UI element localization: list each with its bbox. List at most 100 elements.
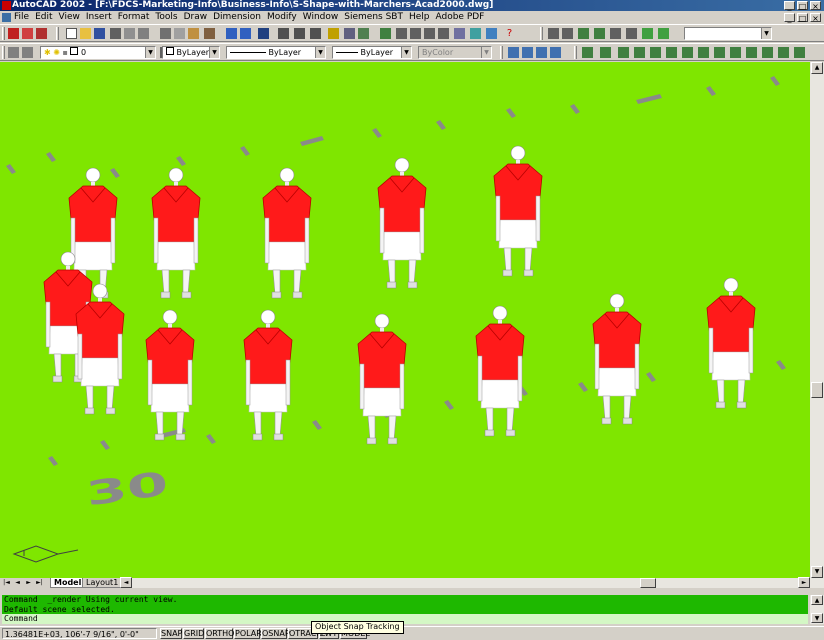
menu-edit[interactable]: Edit xyxy=(35,11,52,24)
save-icon[interactable] xyxy=(94,28,105,39)
grid-toggle[interactable]: GRID xyxy=(183,628,204,639)
ucs-origin-icon[interactable] xyxy=(310,28,321,39)
chevron-down-icon[interactable]: ▼ xyxy=(209,47,219,58)
materials-icon[interactable] xyxy=(650,47,661,58)
scroll-up-button[interactable]: ▲ xyxy=(811,595,823,605)
open-folder-icon[interactable] xyxy=(80,28,91,39)
hide-icon[interactable] xyxy=(582,47,593,58)
menu-draw[interactable]: Draw xyxy=(184,11,208,24)
zoom-in-icon[interactable] xyxy=(548,28,559,39)
linetype-combo[interactable]: ByLayer ▼ xyxy=(226,46,326,59)
scroll-right-button[interactable]: ► xyxy=(798,577,810,588)
hyperlink-icon[interactable] xyxy=(258,28,269,39)
viewport-polygonal-icon[interactable] xyxy=(536,47,547,58)
chevron-down-icon[interactable]: ▼ xyxy=(145,47,155,58)
viewport-dialog-icon[interactable] xyxy=(522,47,533,58)
paste-icon[interactable] xyxy=(188,28,199,39)
scroll-down-button[interactable]: ▼ xyxy=(811,566,823,578)
cut-icon[interactable] xyxy=(160,28,171,39)
mapping-icon[interactable] xyxy=(682,47,693,58)
tab-first-button[interactable]: |◄ xyxy=(2,578,11,588)
layer-manager-icon[interactable] xyxy=(8,47,19,58)
toolbar-grip[interactable] xyxy=(56,27,59,40)
tab-model[interactable]: Model xyxy=(50,578,86,588)
print-preview-icon[interactable] xyxy=(124,28,135,39)
tab-last-button[interactable]: ►| xyxy=(35,578,44,588)
color-combo[interactable]: ByLayer ▼ xyxy=(162,46,220,59)
menu-view[interactable]: View xyxy=(59,11,80,24)
menu-format[interactable]: Format xyxy=(118,11,150,24)
3d-views-icon[interactable] xyxy=(358,28,369,39)
help-icon[interactable]: ? xyxy=(504,28,515,39)
distance-icon[interactable] xyxy=(328,28,339,39)
ucs-icon[interactable] xyxy=(294,28,305,39)
layer-combo[interactable]: ✱ ✺ ▪ 0 ▼ xyxy=(40,46,156,59)
orbit-icon[interactable] xyxy=(578,28,589,39)
view-combo[interactable]: ▼ xyxy=(684,27,772,40)
doc-close-button[interactable]: × xyxy=(810,13,821,23)
command-prompt[interactable]: Command xyxy=(2,614,808,624)
print-icon[interactable] xyxy=(110,28,121,39)
materials-library-icon[interactable] xyxy=(666,47,677,58)
osnap-toggle[interactable]: OSNAP xyxy=(261,628,290,639)
landscape-new-icon[interactable] xyxy=(730,47,741,58)
chevron-down-icon[interactable]: ▼ xyxy=(401,47,411,58)
chevron-down-icon[interactable]: ▼ xyxy=(315,47,325,58)
snap-toggle[interactable]: SNAP xyxy=(160,628,182,639)
layer-previous-icon[interactable] xyxy=(22,47,33,58)
toolbar-grip[interactable] xyxy=(2,27,5,40)
viewport-convert-icon[interactable] xyxy=(550,47,561,58)
menu-dimension[interactable]: Dimension xyxy=(213,11,261,24)
menu-siemens-sbt[interactable]: Siemens SBT xyxy=(344,11,403,24)
zoom-realtime-icon[interactable] xyxy=(410,28,421,39)
background-icon[interactable] xyxy=(698,47,709,58)
redo-icon[interactable] xyxy=(240,28,251,39)
continuous-orbit-icon[interactable] xyxy=(594,28,605,39)
undo-icon[interactable] xyxy=(226,28,237,39)
ortho-toggle[interactable]: ORTHO xyxy=(205,628,234,639)
menu-modify[interactable]: Modify xyxy=(267,11,297,24)
doc-minimize-button[interactable]: _ xyxy=(784,13,795,23)
horizontal-scroll-thumb[interactable] xyxy=(640,578,656,588)
design-center-icon[interactable] xyxy=(470,28,481,39)
menu-window[interactable]: Window xyxy=(303,11,339,24)
command-history[interactable]: Command _render Using current view. Defa… xyxy=(2,595,808,624)
camera-icon[interactable] xyxy=(610,28,621,39)
lineweight-combo[interactable]: ByLayer ▼ xyxy=(332,46,412,59)
landscape-edit-icon[interactable] xyxy=(746,47,757,58)
tab-layout1[interactable]: Layout1 xyxy=(82,578,123,588)
pdf-email-icon[interactable] xyxy=(36,28,47,39)
close-button[interactable]: × xyxy=(810,1,821,11)
toolbar-grip[interactable] xyxy=(2,46,5,59)
zoom-window-icon[interactable] xyxy=(424,28,435,39)
vertical-scroll-thumb[interactable] xyxy=(811,382,823,398)
pdf-options-icon[interactable] xyxy=(22,28,33,39)
menu-file[interactable]: File xyxy=(14,11,29,24)
copy-icon[interactable] xyxy=(174,28,185,39)
scenes-icon[interactable] xyxy=(618,47,629,58)
scroll-up-button[interactable]: ▲ xyxy=(811,62,823,74)
menu-help[interactable]: Help xyxy=(409,11,430,24)
polar-toggle[interactable]: POLAR xyxy=(234,628,262,639)
toolbar-grip[interactable] xyxy=(500,46,503,59)
scroll-left-button[interactable]: ◄ xyxy=(120,577,132,588)
pdf-export-icon[interactable] xyxy=(8,28,19,39)
landscape-library-icon[interactable] xyxy=(762,47,773,58)
find-replace-icon[interactable] xyxy=(138,28,149,39)
toolbar-grip[interactable] xyxy=(540,27,543,40)
zoom-out-icon[interactable] xyxy=(562,28,573,39)
toolbar-grip[interactable] xyxy=(574,46,577,59)
properties-icon[interactable] xyxy=(454,28,465,39)
zoom-previous-icon[interactable] xyxy=(438,28,449,39)
render-icon[interactable] xyxy=(642,28,653,39)
statistics-icon[interactable] xyxy=(794,47,805,58)
pan-realtime-icon[interactable] xyxy=(396,28,407,39)
match-properties-icon[interactable] xyxy=(204,28,215,39)
viewport-single-icon[interactable] xyxy=(508,47,519,58)
vertical-scrollbar[interactable]: ▲ ▼ xyxy=(810,62,824,578)
fog-icon[interactable] xyxy=(714,47,725,58)
minimize-button[interactable]: _ xyxy=(784,1,795,11)
new-file-icon[interactable] xyxy=(66,28,77,39)
doc-restore-button[interactable]: □ xyxy=(797,13,808,23)
coordinate-readout[interactable]: 1.36481E+03, 106'-7 9/16", 0'-0" xyxy=(2,628,157,639)
